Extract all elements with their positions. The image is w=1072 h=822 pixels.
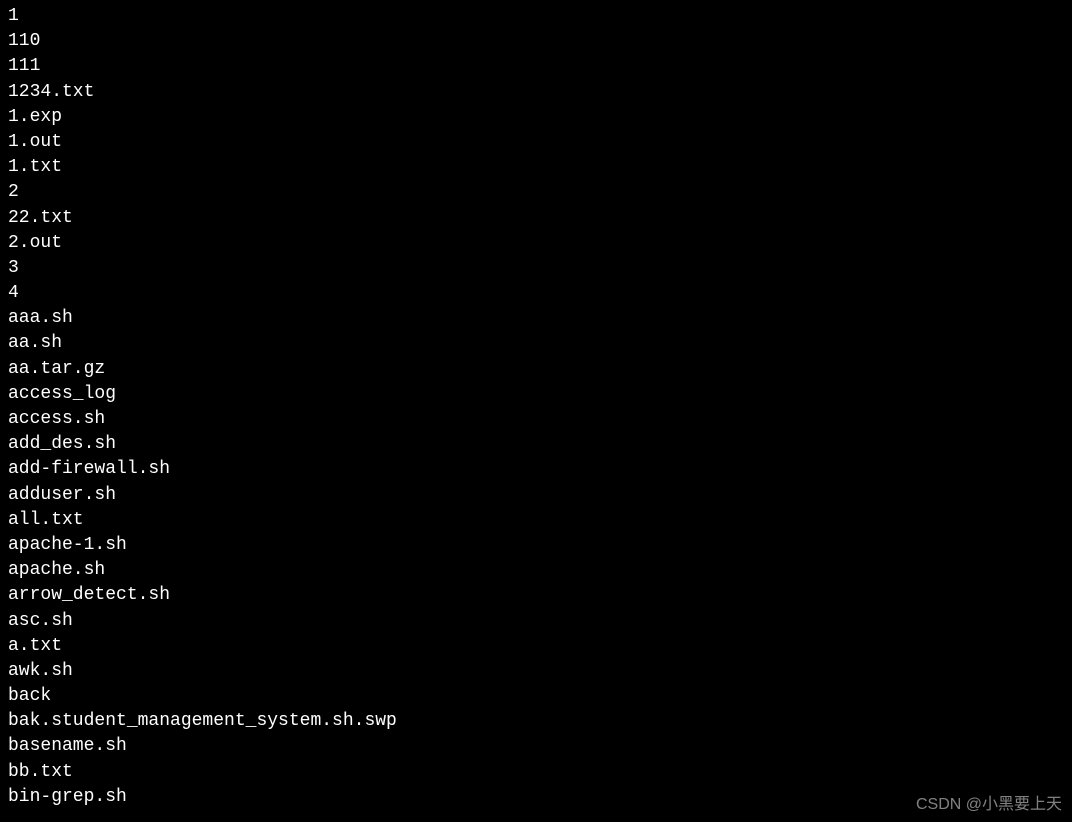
terminal-line: adduser.sh	[8, 483, 1064, 508]
terminal-line: a.txt	[8, 634, 1064, 659]
terminal-line: apache.sh	[8, 558, 1064, 583]
terminal-line: 2	[8, 180, 1064, 205]
terminal-line: awk.sh	[8, 659, 1064, 684]
terminal-line: add-firewall.sh	[8, 457, 1064, 482]
terminal-line: aaa.sh	[8, 306, 1064, 331]
terminal-line: asc.sh	[8, 609, 1064, 634]
terminal-line: 2.out	[8, 231, 1064, 256]
terminal-line: 110	[8, 29, 1064, 54]
terminal-line: bb.txt	[8, 760, 1064, 785]
terminal-line: all.txt	[8, 508, 1064, 533]
terminal-line: 4	[8, 281, 1064, 306]
terminal-line: aa.sh	[8, 331, 1064, 356]
terminal-line: bak.student_management_system.sh.swp	[8, 709, 1064, 734]
terminal-line: 3	[8, 256, 1064, 281]
terminal-line: basename.sh	[8, 734, 1064, 759]
terminal-line: aa.tar.gz	[8, 357, 1064, 382]
terminal-line: arrow_detect.sh	[8, 583, 1064, 608]
terminal-line: 1.exp	[8, 105, 1064, 130]
terminal-line: 1.txt	[8, 155, 1064, 180]
terminal-line: 1.out	[8, 130, 1064, 155]
watermark: CSDN @小黑要上天	[916, 794, 1062, 816]
terminal-line: bin-grep.sh	[8, 785, 1064, 810]
terminal-line: back	[8, 684, 1064, 709]
terminal-line: access_log	[8, 382, 1064, 407]
terminal-line: 111	[8, 54, 1064, 79]
terminal-line: 22.txt	[8, 206, 1064, 231]
terminal-line: 1234.txt	[8, 80, 1064, 105]
terminal-line: apache-1.sh	[8, 533, 1064, 558]
terminal-line: add_des.sh	[8, 432, 1064, 457]
terminal-output: 11101111234.txt1.exp1.out1.txt222.txt2.o…	[8, 4, 1064, 810]
terminal-line: 1	[8, 4, 1064, 29]
terminal-line: access.sh	[8, 407, 1064, 432]
